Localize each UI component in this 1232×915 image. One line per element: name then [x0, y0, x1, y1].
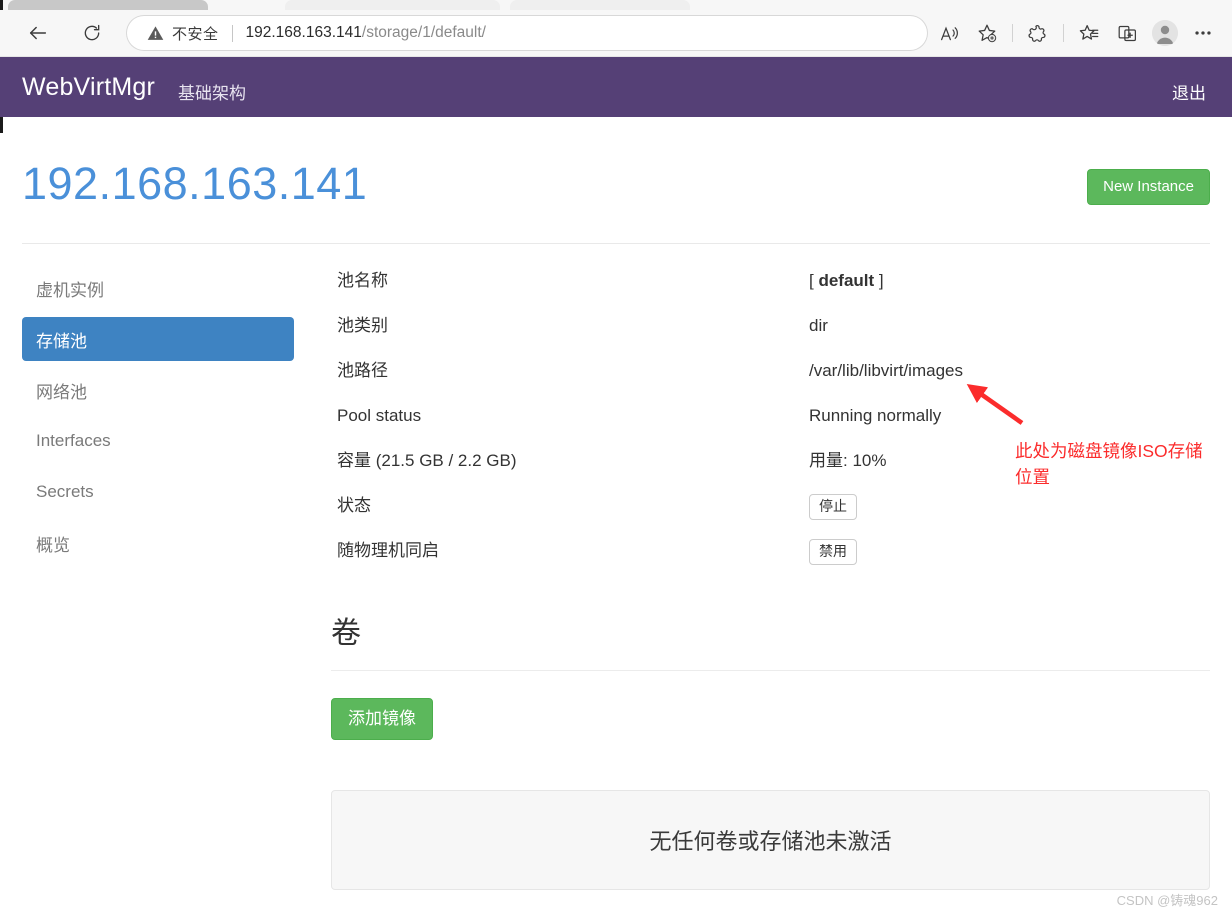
add-image-button[interactable]: 添加镜像: [331, 698, 433, 740]
warning-triangle-icon: [147, 25, 164, 42]
sidebar-item-instances[interactable]: 虚机实例: [22, 266, 294, 310]
detail-value-pool-name: [ default ]: [809, 271, 884, 290]
toolbar-icon-group: [930, 16, 1222, 50]
avatar: [1152, 20, 1178, 46]
volumes-empty-panel: 无任何卷或存储池未激活: [331, 790, 1210, 890]
detail-label: 状态: [337, 496, 371, 515]
toolbar-divider-2: [1063, 24, 1064, 42]
volumes-heading: 卷: [331, 617, 361, 650]
annotation-text: 此处为磁盘镜像ISO存储位置: [1015, 441, 1203, 487]
volumes-divider: [331, 670, 1210, 671]
back-icon[interactable]: [22, 17, 54, 49]
detail-row-pool-name: 池名称 [ default ]: [337, 266, 1212, 311]
detail-label: Pool status: [337, 406, 422, 425]
read-aloud-icon[interactable]: [930, 16, 968, 50]
address-divider: [231, 24, 233, 42]
detail-row-pool-type: 池类别 dir: [337, 311, 1212, 356]
detail-label: 容量 (21.5 GB / 2.2 GB): [337, 451, 517, 470]
security-label: 不安全: [172, 25, 219, 43]
pool-name-text: default: [818, 271, 875, 290]
stop-pool-button[interactable]: 停止: [809, 494, 857, 521]
add-favorite-icon[interactable]: [968, 16, 1006, 50]
detail-value-pool-path: /var/lib/libvirt/images: [809, 361, 963, 380]
active-tab[interactable]: [285, 0, 500, 10]
reload-icon[interactable]: [76, 17, 108, 49]
sidebar-item-secrets[interactable]: Secrets: [22, 470, 294, 514]
browser-window: 不安全 192.168.163.141/storage/1/default/ W…: [0, 0, 1232, 915]
new-instance-button[interactable]: New Instance: [1087, 169, 1210, 205]
detail-value-state: 停止: [809, 491, 857, 521]
favorites-icon[interactable]: [1070, 16, 1108, 50]
sidebar-nav: 虚机实例 存储池 网络池 Interfaces Secrets 概览: [22, 266, 294, 572]
detail-value-autostart: 禁用: [809, 536, 857, 566]
watermark: CSDN @铸魂962: [1116, 893, 1218, 908]
sidebar-item-overview[interactable]: 概览: [22, 521, 294, 565]
detail-label: 池路径: [337, 361, 388, 380]
address-text: 192.168.163.141/storage/1/default/: [246, 24, 486, 42]
sidebar-item-network-pools[interactable]: 网络池: [22, 368, 294, 412]
title-divider: [22, 243, 1210, 244]
pool-details: 池名称 [ default ] 池类别 dir 池路径 /var/lib/lib…: [337, 266, 1212, 581]
address-path: /storage/1/default/: [361, 24, 486, 41]
detail-value-pool-status: Running normally: [809, 406, 942, 425]
settings-more-icon[interactable]: [1184, 16, 1222, 50]
address-bar[interactable]: 不安全 192.168.163.141/storage/1/default/: [127, 16, 927, 50]
sidebar-item-interfaces[interactable]: Interfaces: [22, 419, 294, 463]
nav-link-infrastructure[interactable]: 基础架构: [178, 79, 246, 104]
disable-autostart-button[interactable]: 禁用: [809, 539, 857, 566]
detail-label: 池名称: [337, 271, 388, 290]
logout-link[interactable]: 退出: [1172, 79, 1206, 104]
toolbar-divider: [1012, 24, 1013, 42]
background-tab-2[interactable]: [510, 0, 690, 10]
detail-label: 随物理机同启: [337, 541, 439, 560]
background-tab[interactable]: [8, 0, 208, 10]
detail-label: 池类别: [337, 316, 388, 335]
detail-row-autostart: 随物理机同启 禁用: [337, 536, 1212, 581]
page-title: 192.168.163.141: [22, 158, 368, 209]
volumes-empty-message: 无任何卷或存储池未激活: [649, 829, 892, 854]
profile-icon[interactable]: [1146, 16, 1184, 50]
detail-value-pool-type: dir: [809, 316, 828, 335]
address-host: 192.168.163.141: [245, 24, 362, 41]
detail-row-state: 状态 停止: [337, 491, 1212, 536]
browser-essentials-icon[interactable]: [1019, 16, 1057, 50]
brand-logo[interactable]: WebVirtMgr: [22, 73, 155, 102]
collections-icon[interactable]: [1108, 16, 1146, 50]
sidebar-item-storage-pools[interactable]: 存储池: [22, 317, 294, 361]
browser-toolbar: 不安全 192.168.163.141/storage/1/default/: [0, 10, 1232, 57]
detail-value-usage: 用量: 10%: [809, 451, 887, 470]
detail-row-pool-path: 池路径 /var/lib/libvirt/images: [337, 356, 1212, 401]
tab-strip: [0, 0, 1232, 10]
app-navbar: WebVirtMgr 基础架构 退出: [0, 57, 1232, 117]
